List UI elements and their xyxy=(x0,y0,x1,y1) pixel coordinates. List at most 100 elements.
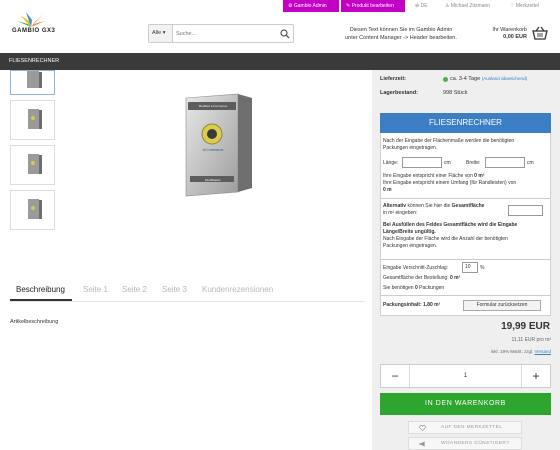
search-input[interactable] xyxy=(176,26,276,41)
language-selector[interactable]: ⊕ DE xyxy=(415,0,428,12)
packungen-prefix: Sie benötigen xyxy=(383,285,414,291)
lieferzeit-ausland-link[interactable]: (Ausland abweichend) xyxy=(482,76,527,81)
tabs-divider xyxy=(10,301,365,302)
product-thumbnail[interactable] xyxy=(10,190,55,230)
product-box-thumb-icon xyxy=(28,109,42,129)
laenge-unit: cm xyxy=(444,160,451,166)
inhalt-value: 1.80 m² xyxy=(423,302,441,308)
merkzettel-label: Merkzettel xyxy=(515,3,539,9)
header-note: Diesen Text können Sie im Gambio Admin u… xyxy=(326,26,476,42)
calc-divider xyxy=(381,198,550,199)
quantity-input[interactable]: 1 xyxy=(409,365,522,387)
gesamtflaeche-bold: Gesamtfläche xyxy=(451,203,485,209)
box-label-top: Modified eCommerce xyxy=(198,104,228,108)
product-price: 19,99 EUR xyxy=(501,321,550,332)
page: { "admin_bar": { "gambio_admin": "Gambio… xyxy=(0,0,560,450)
calc-intro-line2: Packungen eingetragen. xyxy=(383,145,438,151)
lieferzeit-value: ca. 3-4 Tage (Ausland abweichend) xyxy=(450,76,527,82)
product-box-thumb-icon xyxy=(28,154,42,174)
tab-kundenrezensionen[interactable]: Kundenrezensionen xyxy=(202,285,273,294)
produkt-bearbeiten-label: Produkt bearbeiten xyxy=(351,3,394,9)
main-nav: FLIESENRECHNER xyxy=(0,53,560,70)
flaeche-text: Ihre Eingabe entspricht einer Fläche von xyxy=(383,173,473,179)
versand-link[interactable]: Versand xyxy=(534,349,551,354)
product-thumbnail[interactable] xyxy=(10,100,55,140)
product-main-image[interactable]: Modified eCommerce xt:Commerce Modifikat… xyxy=(180,92,256,200)
flaeche-line: Ihre Eingabe entspricht einer Fläche von… xyxy=(383,173,549,180)
fliesenrechner-title: FLIESENRECHNER xyxy=(380,113,551,133)
inhalt-line: Packungsinhalt: 1.80 m² xyxy=(383,302,440,309)
search-bar: Alle ▾ xyxy=(148,24,294,43)
calc-intro: Nach der Eingabe der Flächenmaße werden … xyxy=(383,138,549,152)
alternativ-bold: Alternativ xyxy=(383,203,407,209)
user-account-link[interactable]: ♙ Michael Zitzmann xyxy=(445,0,490,12)
umfang-value: 0 m xyxy=(383,187,392,193)
gambio-admin-button[interactable]: ⚙ Gambio Admin xyxy=(283,0,339,12)
add-to-wishlist-button[interactable]: AUF DEN MERKZETTEL xyxy=(408,421,522,434)
verschnitt-unit: % xyxy=(480,265,485,271)
packungen-value: 0 xyxy=(414,285,418,291)
calc-warning: Bei Ausfüllen des Feldes Gesamtfläche wi… xyxy=(383,222,549,250)
packungen-suffix: Packungen xyxy=(419,285,445,291)
produkt-bearbeiten-button[interactable]: ✎ Produkt bearbeiten xyxy=(341,0,405,12)
language-label: DE xyxy=(420,3,428,9)
verschnitt-label: Eingabe Verschnitt-Zuschlag: xyxy=(383,265,449,271)
product-thumbnail[interactable] xyxy=(10,70,55,95)
tab-seite-2[interactable]: Seite 2 xyxy=(122,285,147,294)
article-description: Artikelbeschreibung xyxy=(10,319,59,325)
laenge-label: Länge: xyxy=(383,160,399,166)
search-icon[interactable] xyxy=(280,29,290,39)
alternativ-text: Alternativ können Sie hier die Gesamtflä… xyxy=(383,203,503,217)
breite-label: Breite: xyxy=(466,160,481,166)
tab-seite-1[interactable]: Seite 1 xyxy=(83,285,108,294)
quantity-increase-button[interactable]: + xyxy=(522,365,550,387)
gear-icon: ⚙ xyxy=(288,3,293,9)
breite-input[interactable] xyxy=(485,157,525,168)
warning-line1: Bei Ausfüllen des Feldes Gesamtfläche wi… xyxy=(383,222,518,228)
admin-bar: ⚙ Gambio Admin ✎ Produkt bearbeiten ⊕ DE… xyxy=(0,0,560,12)
warning-line2: Länge/Breite ungültig. xyxy=(383,229,436,235)
umfang-text: Ihre Eingabe entspricht einem Umfang (fü… xyxy=(383,180,517,186)
basket-icon[interactable] xyxy=(532,26,548,40)
wishlist-label: AUF DEN MERKZETTEL xyxy=(441,425,503,430)
status-dot-icon xyxy=(443,77,448,82)
calc-divider xyxy=(381,259,550,260)
search-category-dropdown[interactable]: Alle ▾ xyxy=(149,25,173,42)
header-note-line1: Diesen Text können Sie im Gambio Admin xyxy=(349,27,453,33)
merkzettel-link[interactable]: ♡ Merkzettel xyxy=(510,0,539,12)
reset-form-button[interactable]: Formular zurücksetzen xyxy=(463,300,541,311)
product-thumbnail[interactable] xyxy=(10,145,55,185)
lieferzeit-label: Lieferzeit: xyxy=(380,76,406,82)
megaphone-icon xyxy=(419,441,425,447)
info-line2: Packungen eingetragen. xyxy=(383,243,438,249)
alternativ-line2: in m² eingeben: xyxy=(383,210,418,216)
cart-amount: 0,00 EUR xyxy=(503,34,527,40)
laenge-input[interactable] xyxy=(402,157,442,168)
gambio-logo-icon[interactable] xyxy=(16,12,46,28)
caret-down-icon: ▾ xyxy=(162,30,166,36)
nav-item-fliesenrechner[interactable]: FLIESENRECHNER xyxy=(9,53,59,70)
gesamtflaeche-input[interactable] xyxy=(508,205,543,216)
calc-intro-line1: Nach der Eingabe der Flächenmaße werden … xyxy=(383,138,515,144)
lagerbestand-label: Lagerbestand: xyxy=(380,90,418,96)
product-box-thumb-icon xyxy=(28,199,42,219)
bestell-label: Gesamtfläche der Bestellung: xyxy=(383,275,449,281)
verschnitt-input[interactable]: 10 xyxy=(462,262,478,273)
software-box-image xyxy=(185,93,252,197)
header-note-line2: unter Content Manager -> Header bearbeit… xyxy=(345,35,457,41)
add-to-cart-button[interactable]: IN DEN WARENKORB xyxy=(380,393,551,415)
calc-divider xyxy=(381,295,550,296)
logo-text: GAMBIO GX3 xyxy=(12,28,56,34)
lieferzeit-text: ca. 3-4 Tage xyxy=(450,76,481,82)
inhalt-label: Packungsinhalt: xyxy=(383,302,422,308)
tab-beschreibung[interactable]: Beschreibung xyxy=(16,285,65,294)
calc-results: Ihre Eingabe entspricht einer Fläche von… xyxy=(383,173,549,194)
packungen-line: Sie benötigen 0 Packungen xyxy=(383,285,444,292)
quantity-decrease-button[interactable]: − xyxy=(381,365,409,387)
cart-summary[interactable]: Ihr Warenkorb 0,00 EUR xyxy=(472,27,527,41)
box-label-mid: xt:Commerce xyxy=(202,148,224,152)
cheaper-elsewhere-button[interactable]: WOANDERS GÜNSTIGER? xyxy=(408,437,522,450)
product-box-thumb-icon xyxy=(27,71,42,88)
tab-seite-3[interactable]: Seite 3 xyxy=(162,285,187,294)
vat-info: inkl. 19% MwSt. zzgl. Versand xyxy=(440,349,551,354)
